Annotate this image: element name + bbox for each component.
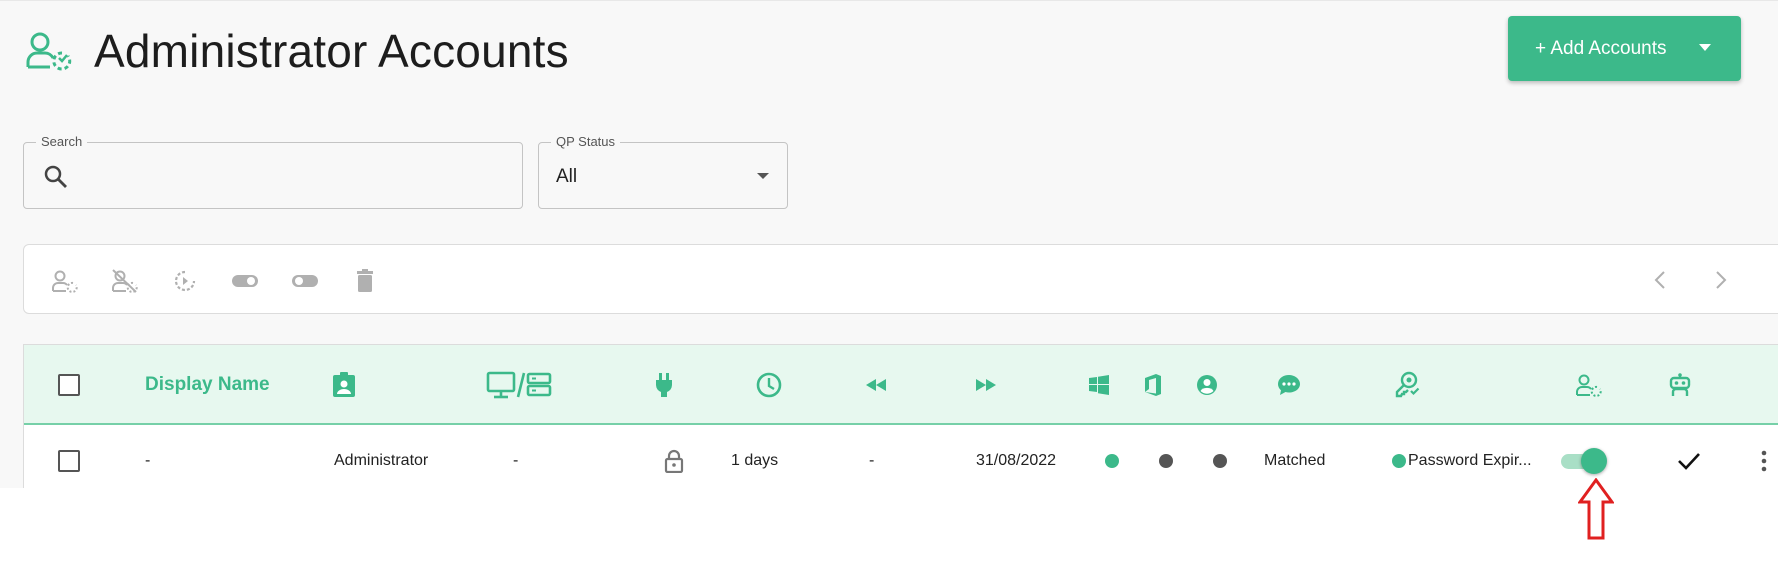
plug-icon[interactable] bbox=[644, 345, 684, 425]
enable-toggle[interactable] bbox=[1559, 448, 1609, 474]
select-all-checkbox[interactable] bbox=[58, 374, 80, 396]
add-accounts-label: + Add Accounts bbox=[1535, 37, 1667, 59]
table-header: Display Name bbox=[24, 345, 1778, 425]
qp-status-select[interactable]: QP Status All bbox=[538, 134, 788, 209]
row-select-cell bbox=[49, 427, 89, 488]
key-badge-icon[interactable] bbox=[1387, 345, 1427, 425]
computer-server-icon[interactable] bbox=[484, 345, 554, 425]
previous-cell: - bbox=[869, 452, 875, 469]
chevron-left-icon[interactable] bbox=[1650, 269, 1672, 291]
table-row[interactable]: - Administrator - 1 days - 31/08/2022 Ma… bbox=[24, 427, 1778, 488]
search-field[interactable]: Search bbox=[23, 134, 523, 209]
accounts-table: Display Name - Administrator - 1 days - … bbox=[23, 344, 1778, 488]
user-circle-icon[interactable] bbox=[1187, 345, 1227, 425]
windows-icon[interactable] bbox=[1079, 345, 1119, 425]
policy-status-dot bbox=[1392, 454, 1406, 468]
user-status-dot bbox=[1213, 454, 1227, 468]
row-checkbox[interactable] bbox=[58, 450, 80, 472]
chat-status-cell: Matched bbox=[1264, 452, 1326, 469]
computer-cell: - bbox=[513, 452, 519, 469]
display-name-header-label: Display Name bbox=[145, 374, 270, 395]
up-arrow-icon bbox=[1578, 478, 1614, 540]
more-vert-icon[interactable] bbox=[1760, 450, 1768, 472]
admin-accounts-icon bbox=[26, 27, 78, 75]
policy-text: Password Expir... bbox=[1408, 452, 1532, 469]
bulk-actions-toolbar bbox=[23, 244, 1778, 314]
rewind-icon[interactable] bbox=[856, 345, 896, 425]
admin-accounts-page: Administrator Accounts + Add Accounts Se… bbox=[0, 0, 1778, 488]
office-icon[interactable] bbox=[1133, 345, 1173, 425]
windows-status-cell bbox=[1092, 427, 1132, 488]
page-header: Administrator Accounts bbox=[26, 23, 569, 79]
add-accounts-button[interactable]: + Add Accounts bbox=[1508, 16, 1741, 81]
fast-forward-icon[interactable] bbox=[966, 345, 1006, 425]
policy-cell: Password Expir... bbox=[1392, 427, 1542, 488]
search-label: Search bbox=[36, 134, 88, 150]
reset-password-icon[interactable] bbox=[171, 267, 199, 295]
office-status-dot bbox=[1159, 454, 1173, 468]
user-status-cell bbox=[1200, 427, 1240, 488]
delete-icon[interactable] bbox=[351, 267, 379, 295]
robot-icon[interactable] bbox=[1660, 345, 1700, 425]
duration-cell: 1 days bbox=[731, 452, 779, 469]
contact-badge-icon[interactable] bbox=[324, 345, 364, 425]
chat-icon[interactable] bbox=[1269, 345, 1309, 425]
office-status-cell bbox=[1146, 427, 1186, 488]
next-date-cell: 31/08/2022 bbox=[976, 452, 1057, 469]
lock-cell bbox=[654, 427, 694, 488]
display-name-cell: - bbox=[145, 452, 151, 469]
toggle-off-icon[interactable] bbox=[291, 267, 319, 295]
windows-status-dot bbox=[1105, 454, 1119, 468]
lock-icon bbox=[664, 449, 684, 473]
qp-status-value: All bbox=[556, 166, 578, 187]
check-icon bbox=[1678, 453, 1700, 470]
search-icon bbox=[44, 165, 67, 188]
caret-down-icon[interactable] bbox=[1699, 44, 1711, 51]
robot-cell bbox=[1669, 427, 1709, 488]
display-name-header[interactable]: Display Name bbox=[145, 345, 345, 425]
toggle-knob[interactable] bbox=[1581, 448, 1607, 474]
qp-status-label: QP Status bbox=[551, 134, 621, 150]
row-menu-cell bbox=[1749, 427, 1778, 488]
caret-down-icon[interactable] bbox=[757, 173, 769, 179]
enable-quick-password-icon[interactable] bbox=[51, 267, 79, 295]
page-title: Administrator Accounts bbox=[94, 25, 569, 77]
chevron-right-icon[interactable] bbox=[1709, 269, 1731, 291]
toggle-on-icon[interactable] bbox=[231, 267, 259, 295]
disable-quick-password-icon[interactable] bbox=[111, 267, 139, 295]
user-gear-icon[interactable] bbox=[1569, 345, 1609, 425]
search-input[interactable] bbox=[84, 157, 504, 195]
select-all-cell bbox=[49, 345, 89, 425]
clock-icon[interactable] bbox=[749, 345, 789, 425]
role-cell: Administrator bbox=[334, 452, 429, 469]
